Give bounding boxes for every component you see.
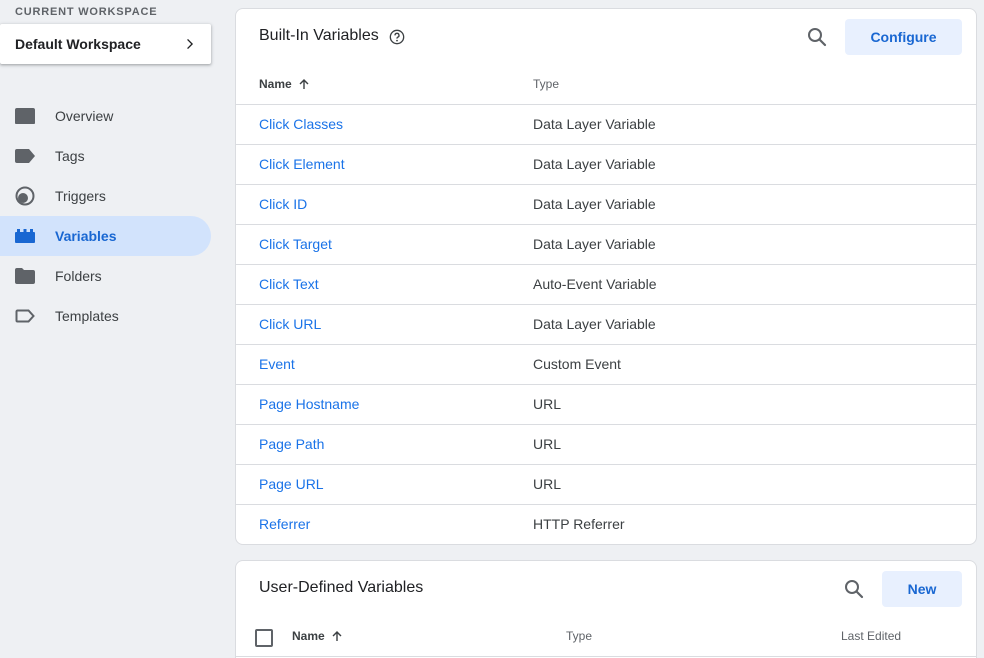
variable-name-link[interactable]: Page Path (259, 436, 324, 452)
variable-name-link[interactable]: Referrer (259, 516, 310, 532)
sidebar-item-templates[interactable]: Templates (0, 296, 211, 336)
variable-type: URL (533, 476, 562, 492)
variable-name-link[interactable]: Click Element (259, 156, 345, 172)
sidebar-item-label: Overview (55, 108, 114, 124)
column-header-last-edited[interactable]: Last Edited (841, 629, 901, 643)
table-row[interactable]: Click Text Auto-Event Variable (236, 265, 976, 305)
sidebar-nav: Overview Tags Triggers Variables Folders (0, 96, 211, 336)
table-row[interactable]: Click Element Data Layer Variable (236, 145, 976, 185)
user-defined-variables-title: User-Defined Variables (259, 579, 424, 596)
variable-type: Data Layer Variable (533, 196, 656, 212)
sidebar-item-tags[interactable]: Tags (0, 136, 211, 176)
select-all-checkbox[interactable] (255, 629, 273, 647)
sidebar-item-triggers[interactable]: Triggers (0, 176, 211, 216)
table-row[interactable]: Page Path URL (236, 425, 976, 465)
variable-name-link[interactable]: Click Target (259, 236, 332, 252)
chevron-right-icon (187, 38, 194, 50)
sidebar-item-label: Templates (55, 308, 119, 324)
variable-type: Data Layer Variable (533, 236, 656, 252)
variable-type: Auto-Event Variable (533, 276, 657, 292)
table-row[interactable]: Click URL Data Layer Variable (236, 305, 976, 345)
sidebar-item-label: Variables (55, 228, 117, 244)
sidebar-item-overview[interactable]: Overview (0, 96, 211, 136)
trigger-icon (15, 186, 35, 206)
variables-icon (15, 226, 35, 246)
variable-name-link[interactable]: Click URL (259, 316, 321, 332)
variable-type: Data Layer Variable (533, 156, 656, 172)
column-header-type[interactable]: Type (533, 77, 559, 91)
variable-name-link[interactable]: Click ID (259, 196, 307, 212)
card-header: Built-In Variables Configure (236, 9, 976, 69)
builtin-variables-title: Built-In Variables (259, 27, 379, 44)
table-row[interactable]: Page URL URL (236, 465, 976, 505)
variable-type: URL (533, 396, 562, 412)
builtin-variables-card: Built-In Variables Configure Name Type C… (235, 8, 977, 545)
table-row[interactable]: Page Hostname URL (236, 385, 976, 425)
configure-button[interactable]: Configure (845, 19, 962, 55)
table-row[interactable]: Referrer HTTP Referrer (236, 505, 976, 544)
arrow-up-icon (299, 79, 309, 89)
table-row[interactable]: Click Target Data Layer Variable (236, 225, 976, 265)
sidebar-item-label: Folders (55, 268, 102, 284)
builtin-variables-table: Click Classes Data Layer Variable Click E… (236, 105, 976, 544)
new-variable-button[interactable]: New (882, 571, 962, 607)
workspace-selector[interactable]: Default Workspace (0, 24, 211, 64)
column-header-type[interactable]: Type (566, 629, 592, 643)
variable-type: Data Layer Variable (533, 116, 656, 132)
sidebar-item-label: Tags (55, 148, 85, 164)
divider (236, 656, 976, 657)
search-icon[interactable] (805, 25, 829, 49)
variable-name-link[interactable]: Page URL (259, 476, 324, 492)
variable-type: Custom Event (533, 356, 621, 372)
template-icon (15, 306, 35, 326)
column-header-name[interactable]: Name (292, 629, 343, 643)
arrow-up-icon (332, 631, 342, 641)
search-icon[interactable] (842, 577, 866, 601)
column-header-name[interactable]: Name (259, 77, 310, 91)
table-row[interactable]: Event Custom Event (236, 345, 976, 385)
table-row[interactable]: Click ID Data Layer Variable (236, 185, 976, 225)
sidebar-item-variables[interactable]: Variables (0, 216, 211, 256)
sidebar-item-folders[interactable]: Folders (0, 256, 211, 296)
variable-type: URL (533, 436, 562, 452)
variable-name-link[interactable]: Event (259, 356, 295, 372)
sidebar: CURRENT WORKSPACE Default Workspace Over… (0, 0, 220, 658)
variable-name-link[interactable]: Click Classes (259, 116, 343, 132)
help-icon[interactable] (389, 29, 405, 45)
variable-name-link[interactable]: Click Text (259, 276, 319, 292)
workspace-name: Default Workspace (15, 36, 141, 52)
user-defined-variables-card: User-Defined Variables New Name Type Las… (235, 560, 977, 658)
tag-icon (15, 146, 35, 166)
variable-name-link[interactable]: Page Hostname (259, 396, 359, 412)
variable-type: HTTP Referrer (533, 516, 625, 532)
variable-type: Data Layer Variable (533, 316, 656, 332)
folder-icon (15, 266, 35, 286)
card-header: User-Defined Variables New (236, 561, 976, 621)
workspace-label: CURRENT WORKSPACE (15, 6, 158, 18)
table-row[interactable]: Click Classes Data Layer Variable (236, 105, 976, 145)
overview-icon (15, 106, 35, 126)
sidebar-item-label: Triggers (55, 188, 106, 204)
